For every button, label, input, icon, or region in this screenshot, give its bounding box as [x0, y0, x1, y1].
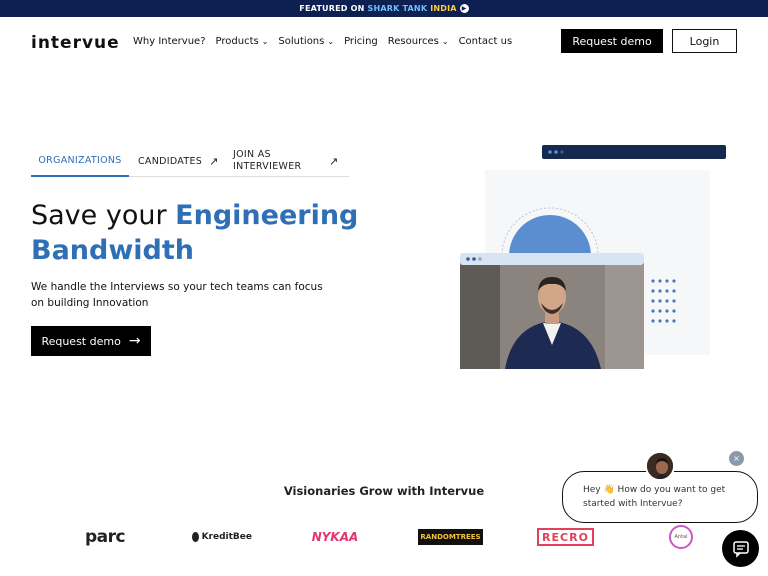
top-navigation: intervue Why Intervue? Products ⌄ Solutio…: [0, 17, 768, 67]
logo-text: RANDOMTREES: [420, 533, 481, 541]
logo-text: Antal: [674, 534, 688, 540]
hero-title: Save your Engineering Bandwidth: [31, 198, 371, 268]
tab-join-as-interviewer[interactable]: JOIN AS INTERVIEWER ↗: [233, 145, 349, 177]
chevron-down-icon: ⌄: [261, 37, 269, 46]
cta-label: Request demo: [41, 334, 121, 348]
nav-item-label: Pricing: [344, 36, 378, 47]
chevron-down-icon: ⌄: [327, 37, 335, 46]
logo-parc: parc: [75, 526, 135, 548]
chat-icon: [732, 540, 749, 558]
nav-item-label: Why Intervue?: [133, 36, 206, 47]
tab-label: CANDIDATES: [138, 155, 203, 167]
arrow-right-icon: →: [128, 333, 141, 349]
logo-antal: Antal: [669, 525, 693, 549]
arrow-up-right-icon: ↗: [329, 154, 339, 168]
video-call-window: [460, 253, 644, 369]
nav-item-solutions[interactable]: Solutions ⌄: [278, 36, 334, 47]
logo-text: NYKAA: [311, 530, 359, 544]
intervue-logo[interactable]: intervue: [31, 33, 120, 53]
banner-shark-text: SHARK TANK: [367, 4, 428, 13]
window-dot: [560, 150, 564, 154]
logo-nykaa: NYKAA: [310, 526, 360, 548]
request-demo-button[interactable]: Request demo: [561, 29, 663, 53]
tab-candidates[interactable]: CANDIDATES ↗: [138, 145, 228, 177]
tab-label: JOIN AS INTERVIEWER: [233, 149, 302, 172]
nav-item-products[interactable]: Products ⌄: [216, 36, 269, 47]
hero-illustration: [460, 145, 726, 369]
banner-india-text: INDIA: [430, 4, 457, 13]
chat-close-button[interactable]: ×: [729, 451, 744, 466]
play-icon[interactable]: ▶: [459, 4, 469, 13]
featured-banner[interactable]: FEATURED ON SHARK TANK INDIA ▶: [0, 0, 768, 17]
hero-description: We handle the Interviews so your tech te…: [31, 281, 323, 309]
hero-request-demo-button[interactable]: Request demo →: [31, 326, 151, 356]
nav-item-contact-us[interactable]: Contact us: [459, 36, 513, 47]
arrow-up-right-icon: ↗: [209, 154, 219, 168]
nav-item-label: Products: [215, 36, 259, 47]
logo-text: KreditBee: [201, 532, 252, 542]
nav-item-label: Contact us: [458, 36, 513, 47]
nav-item-why-intervue[interactable]: Why Intervue?: [133, 36, 206, 47]
nav-item-label: Solutions: [278, 36, 325, 47]
banner-featured-text: FEATURED ON: [299, 4, 365, 13]
window-dot: [548, 150, 552, 154]
chat-message: Hey 👋 How do you want to get started wit…: [583, 485, 726, 509]
nav-item-pricing[interactable]: Pricing: [344, 36, 378, 47]
logo-text: parc: [84, 527, 126, 547]
nav-item-resources[interactable]: Resources ⌄: [388, 36, 449, 47]
logo-text: RECRO: [542, 530, 589, 544]
kreditbee-mark-icon: [192, 532, 199, 542]
nav-menu: Why Intervue? Products ⌄ Solutions ⌄ Prici…: [133, 36, 512, 47]
logo-kreditbee: KreditBee: [192, 526, 252, 548]
nav-item-label: Resources: [387, 36, 439, 47]
logo-randomtrees: RANDOMTREES: [418, 529, 483, 545]
chat-agent-avatar: [645, 451, 675, 481]
client-logos: parc KreditBee NYKAA RANDOMTREES RECRO A…: [0, 522, 768, 552]
audience-tabs: ORGANIZATIONS CANDIDATES ↗ JOIN AS INTER…: [31, 145, 349, 177]
tab-organizations[interactable]: ORGANIZATIONS: [31, 145, 129, 177]
browser-bar-top: [542, 145, 726, 159]
tab-label: ORGANIZATIONS: [38, 154, 122, 166]
hero-title-plain: Save your: [31, 200, 176, 231]
login-button[interactable]: Login: [672, 29, 737, 53]
chat-launcher-button[interactable]: [722, 530, 759, 567]
chevron-down-icon: ⌄: [441, 37, 449, 46]
logo-recro: RECRO: [537, 528, 594, 546]
window-dot: [554, 150, 558, 154]
